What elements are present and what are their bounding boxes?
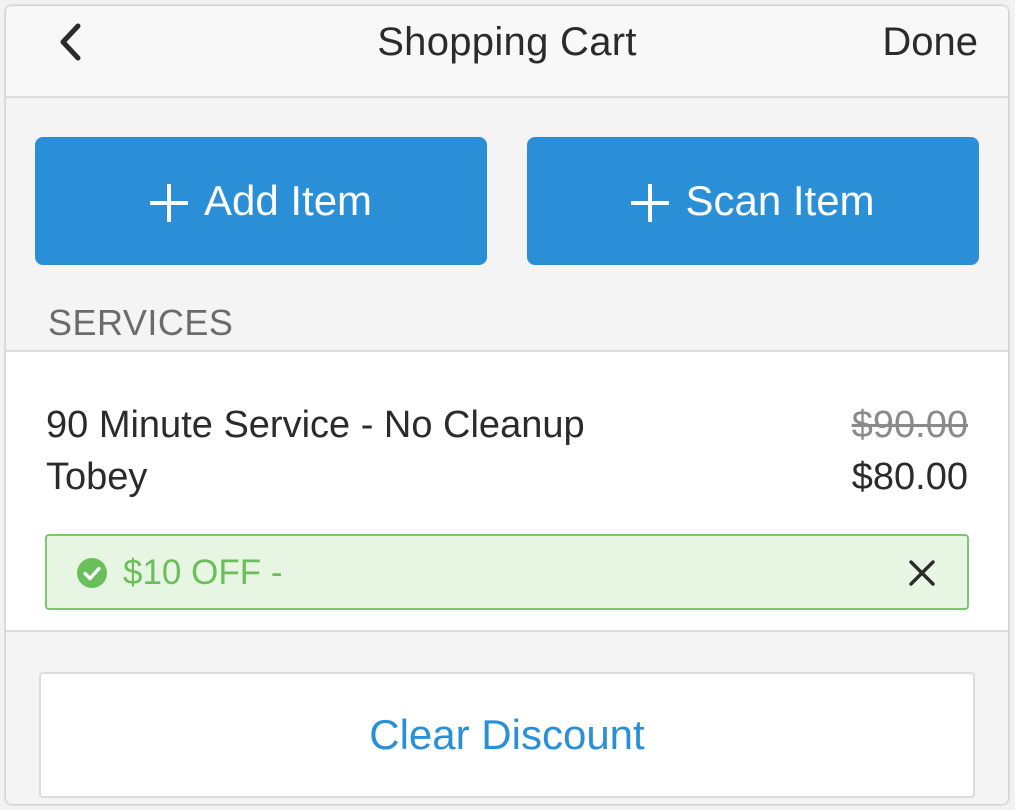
check-circle-icon bbox=[77, 558, 107, 588]
services-section-label: SERVICES bbox=[48, 302, 234, 343]
plus-icon bbox=[149, 184, 188, 222]
add-item-label: Add Item bbox=[203, 177, 373, 224]
nav-bar: Shopping Cart Done bbox=[6, 6, 1008, 98]
done-button[interactable]: Done bbox=[882, 20, 978, 65]
service-name[interactable]: 90 Minute Service - No Cleanup bbox=[46, 404, 585, 447]
add-item-button[interactable]: Add Item bbox=[35, 137, 487, 265]
clear-discount-button[interactable]: Clear Discount bbox=[39, 672, 975, 798]
services-list: 90 Minute Service - No Cleanup Tobey $90… bbox=[6, 350, 1008, 632]
final-price: $80.00 bbox=[851, 456, 968, 498]
shopping-cart-screen: Shopping Cart Done Add Item Scan Item SE… bbox=[6, 6, 1008, 804]
original-price: $90.00 bbox=[851, 404, 968, 446]
page-title: Shopping Cart bbox=[377, 20, 637, 64]
plus-icon bbox=[631, 184, 670, 222]
close-icon[interactable] bbox=[905, 556, 939, 590]
scan-item-label: Scan Item bbox=[685, 177, 875, 224]
service-staff: Tobey bbox=[46, 456, 148, 498]
discount-label: $10 OFF - bbox=[123, 553, 283, 592]
clear-discount-label: Clear Discount bbox=[369, 711, 645, 758]
scan-item-button[interactable]: Scan Item bbox=[527, 137, 979, 265]
applied-discount: $10 OFF - bbox=[45, 534, 969, 610]
